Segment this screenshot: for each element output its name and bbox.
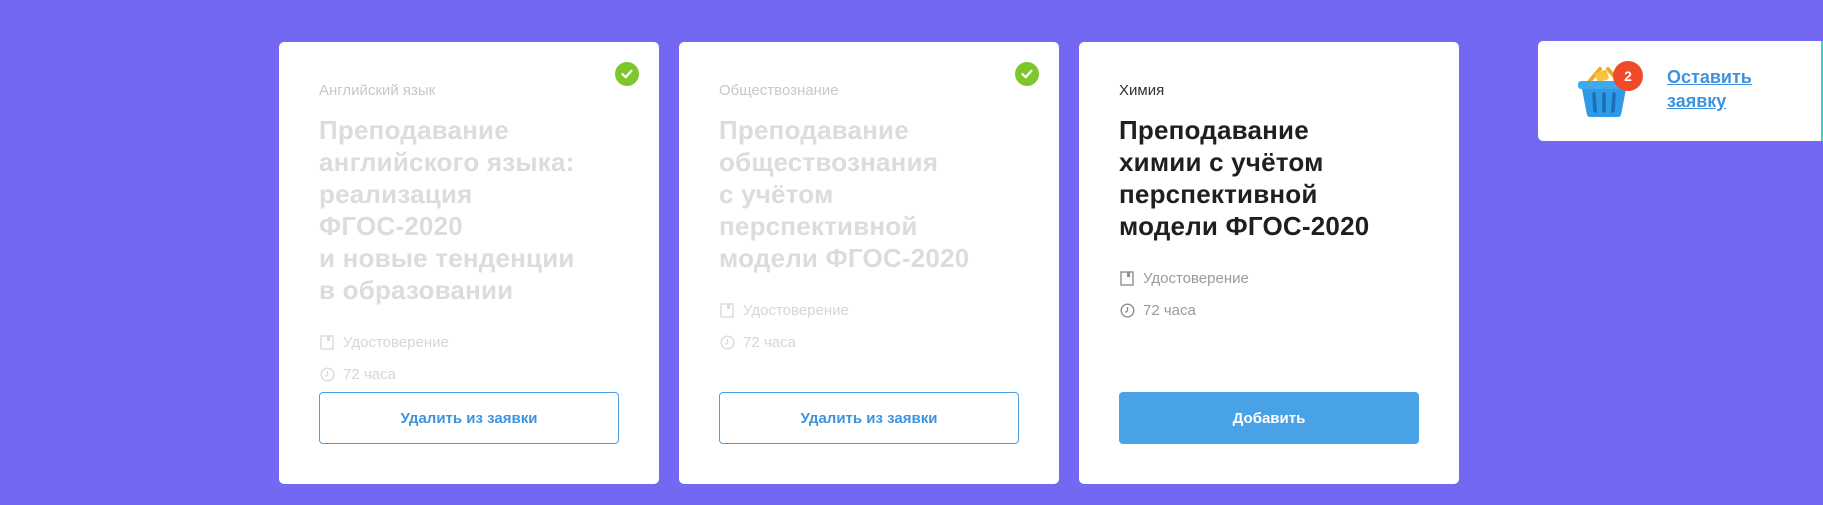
check-icon (1015, 62, 1039, 86)
course-card-chemistry: Химия Преподавание химии с учётом перспе… (1079, 42, 1459, 484)
course-hours-row: 72 часа (719, 326, 1019, 358)
basket-count-badge: 2 (1613, 61, 1643, 91)
course-document: Удостоверение (743, 301, 849, 319)
course-document-row: Удостоверение (719, 294, 1019, 326)
course-title: Преподавание химии с учётом перспективно… (1119, 115, 1370, 241)
submit-application-link[interactable]: Оставить заявку (1667, 65, 1777, 113)
course-title: Преподавание обществознания с учётом пер… (719, 115, 970, 273)
course-document: Удостоверение (343, 333, 449, 351)
course-hours: 72 часа (343, 365, 396, 383)
course-card-social-studies: Обществознание Преподавание обществознан… (679, 42, 1059, 484)
clock-icon (719, 334, 735, 350)
clock-icon (319, 366, 335, 382)
course-selection-section: Английский язык Преподавание английского… (0, 0, 1823, 505)
course-hours-row: 72 часа (319, 358, 619, 390)
course-meta: Удостоверение 72 часа (319, 326, 619, 390)
remove-from-application-button[interactable]: Удалить из заявки (319, 392, 619, 444)
course-hours-row: 72 часа (1119, 294, 1419, 326)
course-document-row: Удостоверение (319, 326, 619, 358)
course-subject: Английский язык (319, 82, 436, 99)
course-meta: Удостоверение 72 часа (1119, 262, 1419, 326)
course-subject: Обществознание (719, 82, 839, 99)
document-icon (319, 334, 335, 350)
check-icon (615, 62, 639, 86)
course-subject: Химия (1119, 82, 1165, 99)
application-basket-panel: 2 Оставить заявку (1538, 41, 1823, 141)
course-title: Преподавание английского языка: реализац… (319, 115, 575, 305)
course-document-row: Удостоверение (1119, 262, 1419, 294)
course-hours: 72 часа (743, 333, 796, 351)
remove-from-application-button[interactable]: Удалить из заявки (719, 392, 1019, 444)
course-card-english: Английский язык Преподавание английского… (279, 42, 659, 484)
course-hours: 72 часа (1143, 301, 1196, 319)
clock-icon (1119, 302, 1135, 318)
add-to-application-button[interactable]: Добавить (1119, 392, 1419, 444)
document-icon (719, 302, 735, 318)
document-icon (1119, 270, 1135, 286)
course-meta: Удостоверение 72 часа (719, 294, 1019, 358)
course-document: Удостоверение (1143, 269, 1249, 287)
